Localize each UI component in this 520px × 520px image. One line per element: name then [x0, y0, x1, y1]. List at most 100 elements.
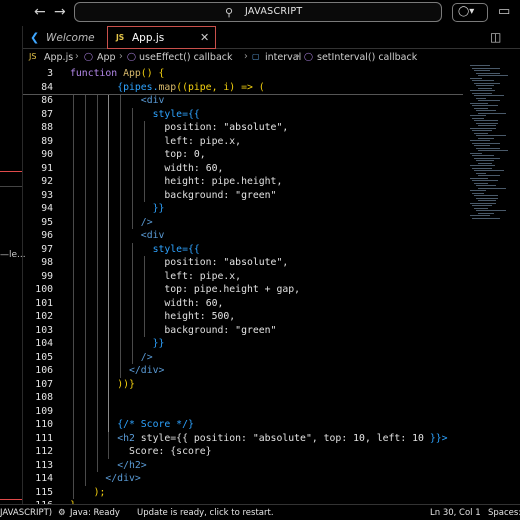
copilot-button[interactable]: ◯▾ [452, 3, 488, 22]
close-icon[interactable]: ✕ [200, 31, 209, 44]
line-number: 99 [41, 270, 53, 282]
line-number: 104 [35, 338, 53, 349]
code-text: ); [93, 486, 106, 498]
status-update-notice[interactable]: Update is ready, click to restart. [137, 508, 274, 518]
code-line[interactable]: 88 position: "absolute", [23, 121, 463, 135]
copilot-icon: ◯▾ [458, 6, 475, 17]
chevron-right-icon: › [119, 51, 123, 62]
line-number: 90 [41, 149, 53, 160]
minimap-line [470, 202, 496, 204]
code-line[interactable]: 107))} [23, 378, 463, 392]
code-line[interactable]: 94}} [23, 202, 463, 216]
minimap-line [476, 147, 500, 149]
code-line[interactable]: 86 <div [23, 94, 463, 108]
code-line[interactable]: 101 width: 60, [23, 297, 463, 311]
code-text: position: "absolute", [164, 122, 289, 133]
code-text: {/* Score */} [117, 419, 194, 430]
breadcrumb-item[interactable]: App [97, 52, 116, 63]
code-line[interactable]: 106 </div> [23, 364, 463, 378]
breadcrumb-item[interactable]: App.js [44, 52, 73, 63]
code-text: ))} [117, 378, 135, 390]
code-line[interactable]: 114 </div> [23, 472, 463, 486]
status-indentation[interactable]: Spaces: 2 [488, 508, 520, 518]
minimap-line [474, 120, 498, 121]
code-line[interactable]: 98 position: "absolute", [23, 256, 463, 270]
code-line[interactable]: 92 height: pipe.height, [23, 175, 463, 189]
code-line[interactable]: 115); [23, 486, 463, 500]
code-text: style={{ [152, 108, 200, 120]
status-language-mode[interactable]: JAVASCRIPT) [0, 508, 52, 518]
breadcrumb: JS App.js › ◯ App › ◯ useEffect() callba… [23, 50, 520, 65]
line-number: 84 [41, 81, 53, 93]
code-text: background: "green" [164, 189, 277, 201]
function-icon: ◯ [304, 52, 313, 61]
indent-guide [73, 94, 74, 499]
split-editor-icon[interactable]: ◫ [490, 30, 501, 44]
minimap-line [470, 65, 490, 66]
code-line[interactable]: 110 {/* Score */} [23, 418, 463, 432]
code-line[interactable]: 100 top: pipe.height + gap, [23, 283, 463, 297]
code-line[interactable]: 102 height: 500, [23, 310, 463, 324]
breadcrumb-item[interactable]: setInterval() callback [317, 52, 417, 63]
code-line[interactable]: 89 left: pipe.x, [23, 135, 463, 149]
line-number: 3 [47, 68, 53, 79]
window-menu-icon[interactable]: ▭ [498, 4, 510, 19]
code-editor[interactable]: 3 function App() {84 {pipes.map((pipe, i) … [23, 65, 463, 511]
code-line[interactable]: 111 <h2 style={{ position: "absolute", to… [23, 432, 463, 446]
command-center-label: JAVASCRIPT [245, 6, 303, 17]
forward-arrow-icon[interactable]: → [54, 4, 66, 20]
minimap-line [478, 75, 508, 76]
status-cursor-position[interactable]: Ln 30, Col 1 [430, 508, 481, 518]
tab-welcome[interactable]: ❮ Welcome [23, 26, 105, 49]
code-line[interactable]: 97 style={{ [23, 243, 463, 257]
minimap-line [472, 155, 494, 156]
line-number: 94 [41, 203, 53, 214]
chevron-right-icon: › [244, 51, 248, 62]
code-line[interactable]: 112 Score: {score} [23, 445, 463, 459]
line-number: 95 [41, 216, 53, 228]
minimap-line [478, 175, 500, 176]
code-line[interactable]: 96 <div [23, 229, 463, 243]
minimap-line [472, 217, 500, 219]
code-line[interactable]: 91 width: 60, [23, 162, 463, 176]
code-line[interactable]: 99 left: pipe.x, [23, 270, 463, 284]
minimap-line [478, 125, 496, 126]
minimap-line [472, 142, 500, 144]
minimap-line [476, 85, 494, 86]
minimap-line [476, 160, 494, 161]
code-line[interactable]: 109 [23, 405, 463, 419]
back-arrow-icon[interactable]: ← [34, 4, 46, 20]
breadcrumb-item[interactable]: useEffect() callback [139, 52, 233, 63]
code-line[interactable]: 84 {pipes.map((pipe, i) => ( [23, 81, 463, 95]
minimap-line [476, 210, 506, 211]
title-bar: ← → ⚲ JAVASCRIPT ◯▾ ▭ [0, 0, 520, 26]
minimap-line [470, 77, 482, 79]
code-line[interactable]: 90 top: 0, [23, 148, 463, 162]
line-number: 102 [35, 311, 53, 322]
code-text: {pipes.map((pipe, i) => ( [117, 81, 265, 93]
command-center-search[interactable]: ⚲ JAVASCRIPT [74, 2, 442, 22]
code-text: <div [140, 95, 165, 106]
code-line[interactable]: 108 [23, 391, 463, 405]
line-number: 113 [35, 459, 53, 471]
code-line[interactable]: 87 style={{ [23, 108, 463, 122]
code-text: left: pipe.x, [164, 135, 242, 147]
code-text: <div [140, 230, 165, 241]
minimap-line [474, 132, 488, 134]
code-line[interactable]: 93 background: "green" [23, 189, 463, 203]
minimap-line [472, 117, 484, 119]
tab-app-js[interactable]: JS App.js ✕ [107, 26, 216, 49]
status-java[interactable]: Java: Ready [70, 508, 120, 518]
code-line[interactable]: 95 /> [23, 216, 463, 230]
code-line[interactable]: 113 </h2> [23, 459, 463, 473]
minimap[interactable] [470, 65, 518, 265]
indent-guide [96, 94, 98, 472]
code-line[interactable]: 3 function App() { [23, 67, 463, 81]
minimap-line [472, 205, 492, 206]
code-line[interactable]: 103 background: "green" [23, 324, 463, 338]
code-text: width: 60, [164, 162, 224, 174]
line-number: 97 [41, 243, 53, 255]
code-line[interactable]: 105 /> [23, 351, 463, 365]
minimap-line [474, 95, 504, 96]
code-line[interactable]: 104}} [23, 337, 463, 351]
